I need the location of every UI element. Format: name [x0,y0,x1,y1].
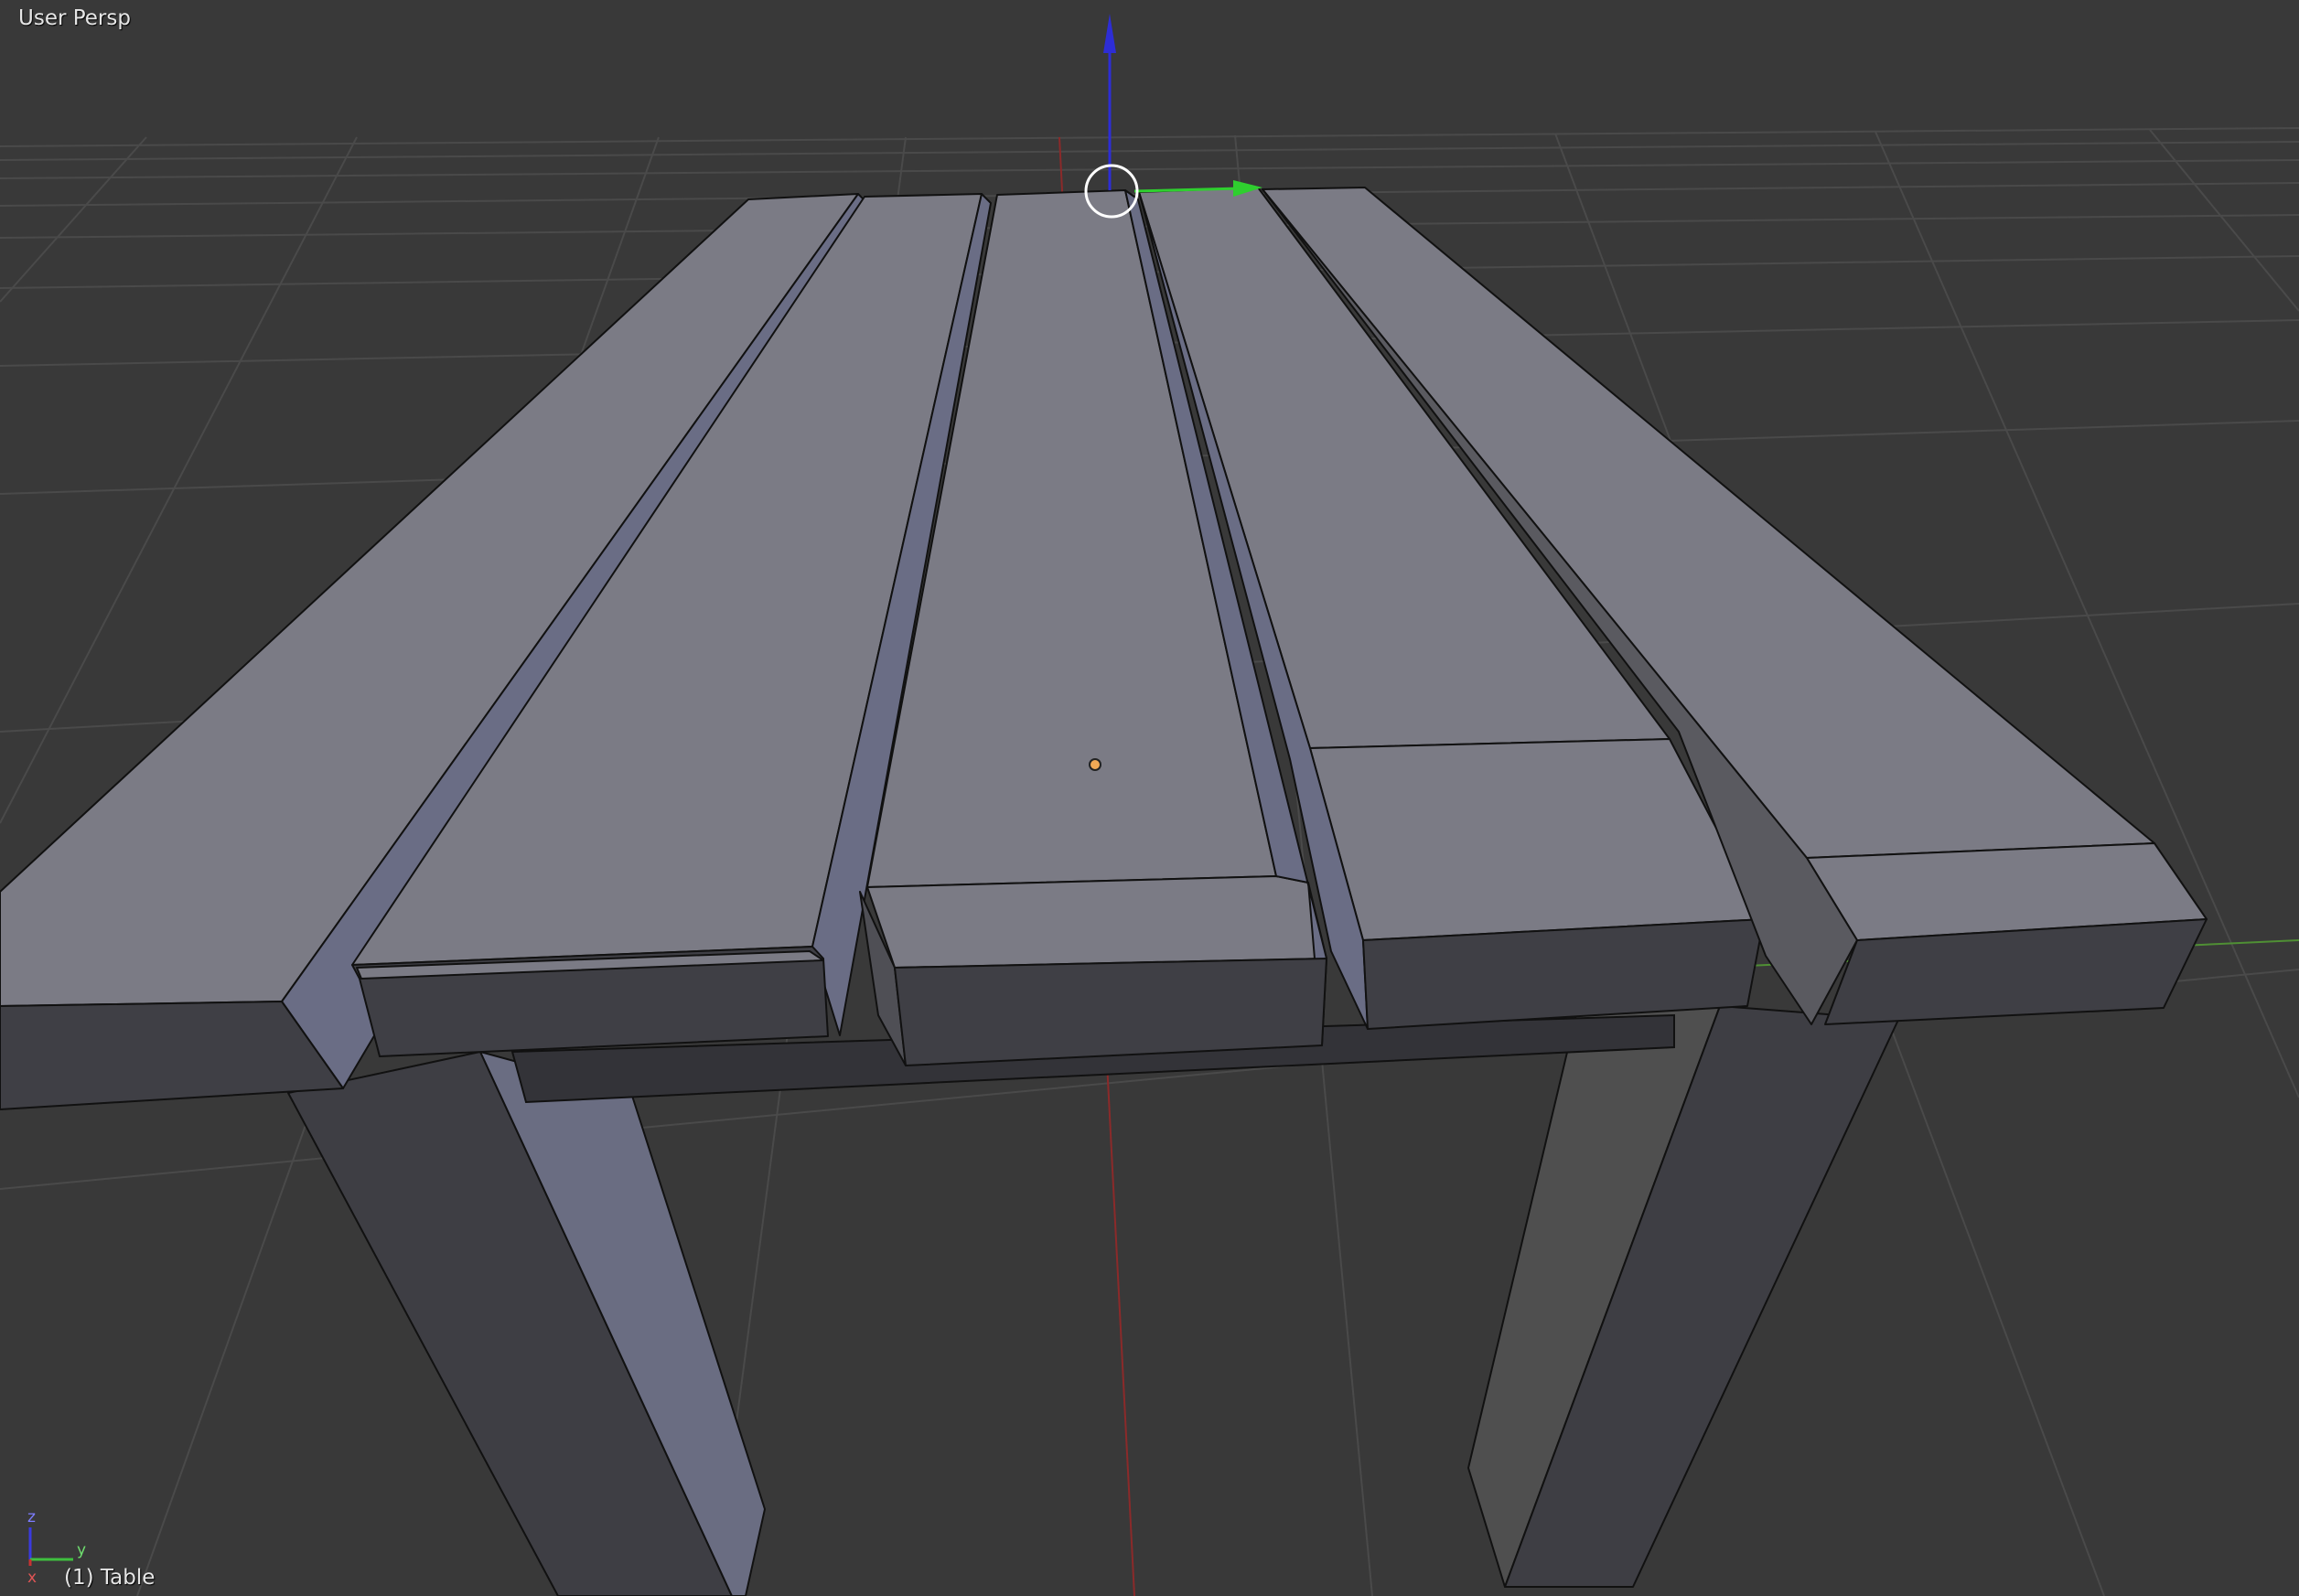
gizmo-z-arrow-icon[interactable] [1103,14,1116,53]
scene-render[interactable]: z y x [0,0,2299,1596]
mini-axis-y-label: y [77,1541,86,1559]
viewport-view-name: User Persp [18,6,131,30]
table-leg-right [1467,1005,1899,1588]
object-origin-dot [1089,758,1101,771]
table-leg-left [287,1051,766,1596]
transform-gizmo[interactable] [1084,14,1262,219]
mini-axis-z-label: z [27,1508,36,1526]
3d-viewport[interactable]: z y x User Persp (1) Table [0,0,2299,1596]
viewport-object-info: (1) Table [64,1566,156,1590]
mini-axis-x-label: x [27,1569,37,1587]
